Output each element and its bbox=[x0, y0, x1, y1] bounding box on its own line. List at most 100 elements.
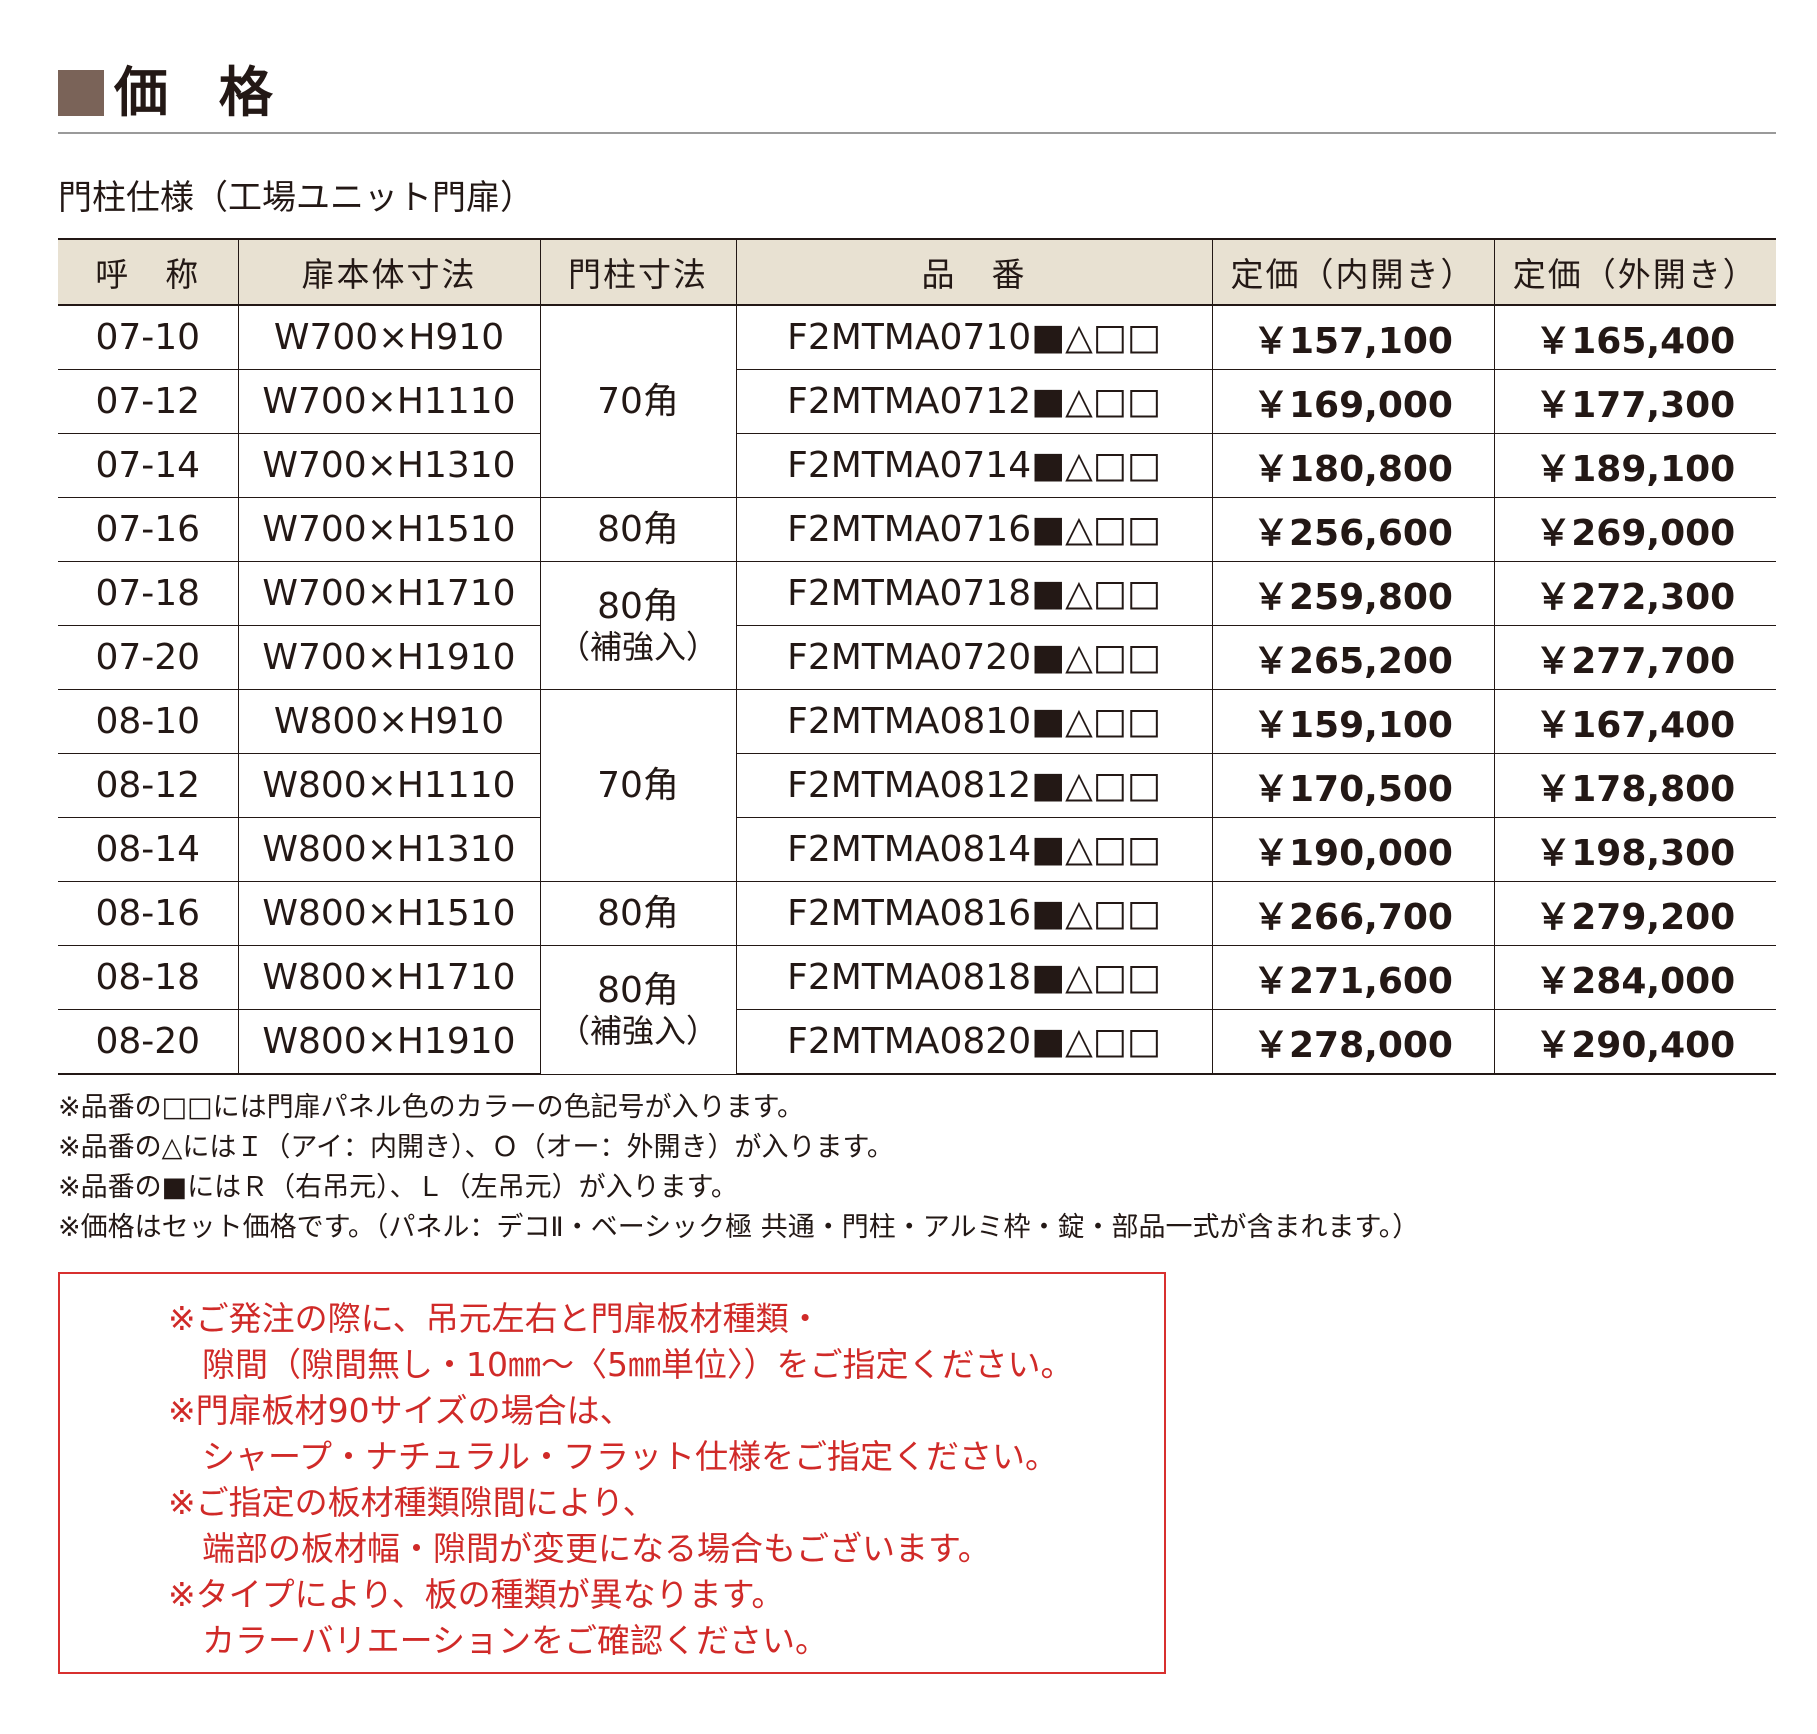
row-size: W700×H1310 bbox=[237, 433, 540, 498]
notice-line: シャープ・ナチュラル・フラット仕様をご指定ください。 bbox=[202, 1437, 1059, 1476]
row-price-out: ￥165,400 bbox=[1493, 305, 1776, 370]
title-divider bbox=[58, 132, 1776, 134]
title-square-icon bbox=[58, 70, 104, 116]
row-name: 07-12 bbox=[58, 369, 238, 434]
row-code: F2MTMA0810■△□□ bbox=[735, 689, 1212, 754]
row-price-out: ￥177,300 bbox=[1493, 369, 1776, 434]
page-title: 価 格 bbox=[114, 61, 289, 124]
notice-line: カラーバリエーションをご確認ください。 bbox=[202, 1621, 829, 1660]
row-size: W700×H1910 bbox=[237, 625, 540, 690]
row-price-in: ￥271,600 bbox=[1211, 945, 1494, 1010]
table-subtitle: 門柱仕様（工場ユニット門扉） bbox=[58, 178, 534, 218]
price-table: 呼 称 扉本体寸法 門柱寸法 品 番 定価（内開き） 定価（外開き） 07-10… bbox=[58, 238, 1776, 1075]
row-size: W800×H1510 bbox=[237, 881, 540, 946]
row-price-in: ￥278,000 bbox=[1211, 1009, 1494, 1075]
row-code: F2MTMA0716■△□□ bbox=[735, 497, 1212, 562]
row-code: F2MTMA0812■△□□ bbox=[735, 753, 1212, 818]
row-price-out: ￥269,000 bbox=[1493, 497, 1776, 562]
row-name: 07-20 bbox=[58, 625, 238, 690]
table-row: 07-12 W700×H1110 F2MTMA0712■△□□ ￥169,000… bbox=[58, 369, 1776, 434]
notice-line: ※ご発注の際に、吊元左右と門扉板材種類・ bbox=[168, 1299, 822, 1338]
table-row: 08-16 W800×H1510 80角 F2MTMA0816■△□□ ￥266… bbox=[58, 881, 1776, 946]
row-size: W800×H1110 bbox=[237, 753, 540, 818]
footnote: ※品番の△にはＩ（アイ：内開き）、Ｏ（オー：外開き）が入ります。 bbox=[58, 1132, 894, 1163]
notice-line: ※ご指定の板材種類隙間により、 bbox=[168, 1483, 656, 1522]
post-size: 80角 （補強入） bbox=[539, 561, 736, 690]
footnotes: ※品番の□□には門扉パネル色のカラーの色記号が入ります。 ※品番の△にはＩ（アイ… bbox=[58, 1088, 1419, 1248]
row-code: F2MTMA0714■△□□ bbox=[735, 433, 1212, 498]
post-size-label: 80角 bbox=[597, 508, 679, 550]
table-row: 08-18 W800×H1710 80角 （補強入） F2MTMA0818■△□□… bbox=[58, 945, 1776, 1075]
row-price-in: ￥157,100 bbox=[1211, 305, 1494, 370]
row-name: 08-10 bbox=[58, 689, 238, 754]
post-size-label: 70角 bbox=[597, 764, 679, 806]
header-product-code: 品 番 bbox=[735, 238, 1212, 306]
header-name: 呼 称 bbox=[58, 238, 238, 306]
order-notice-box: ※ご発注の際に、吊元左右と門扉板材種類・ 隙間（隙間無し・10㎜〜〈5㎜単位〉）… bbox=[58, 1272, 1166, 1674]
row-price-in: ￥169,000 bbox=[1211, 369, 1494, 434]
row-name: 08-18 bbox=[58, 945, 238, 1010]
row-size: W800×H1910 bbox=[237, 1009, 540, 1075]
row-price-out: ￥167,400 bbox=[1493, 689, 1776, 754]
post-size-label: 80角 bbox=[597, 585, 679, 627]
row-price-out: ￥272,300 bbox=[1493, 561, 1776, 626]
row-price-in: ￥259,800 bbox=[1211, 561, 1494, 626]
row-code: F2MTMA0814■△□□ bbox=[735, 817, 1212, 882]
row-price-out: ￥178,800 bbox=[1493, 753, 1776, 818]
row-price-out: ￥189,100 bbox=[1493, 433, 1776, 498]
notice-line: 隙間（隙間無し・10㎜〜〈5㎜単位〉）をご指定ください。 bbox=[202, 1345, 1074, 1384]
row-price-in: ￥265,200 bbox=[1211, 625, 1494, 690]
post-size: 70角 bbox=[539, 305, 736, 498]
row-size: W700×H1110 bbox=[237, 369, 540, 434]
table-row: 08-12 W800×H1110 F2MTMA0812■△□□ ￥170,500… bbox=[58, 753, 1776, 818]
post-size: 80角 （補強入） bbox=[539, 945, 736, 1075]
row-code: F2MTMA0712■△□□ bbox=[735, 369, 1212, 434]
row-price-out: ￥277,700 bbox=[1493, 625, 1776, 690]
notice-line: ※門扉板材90サイズの場合は、 bbox=[168, 1391, 633, 1430]
post-size-note: （補強入） bbox=[557, 627, 718, 666]
post-size: 80角 bbox=[539, 881, 736, 946]
header-price-outward: 定価（外開き） bbox=[1493, 238, 1776, 306]
row-size: W700×H1510 bbox=[237, 497, 540, 562]
row-name: 08-20 bbox=[58, 1009, 238, 1075]
table-row: 07-14 W700×H1310 F2MTMA0714■△□□ ￥180,800… bbox=[58, 433, 1776, 498]
row-name: 08-12 bbox=[58, 753, 238, 818]
notice-line: 端部の板材幅・隙間が変更になる場合もございます。 bbox=[202, 1529, 991, 1568]
row-price-out: ￥279,200 bbox=[1493, 881, 1776, 946]
row-size: W700×H1710 bbox=[237, 561, 540, 626]
row-name: 07-16 bbox=[58, 497, 238, 562]
table-row: 07-20 W700×H1910 F2MTMA0720■△□□ ￥265,200… bbox=[58, 625, 1776, 690]
order-notice-text: ※ご発注の際に、吊元左右と門扉板材種類・ 隙間（隙間無し・10㎜〜〈5㎜単位〉）… bbox=[168, 1296, 1074, 1664]
row-price-in: ￥170,500 bbox=[1211, 753, 1494, 818]
post-size: 80角 bbox=[539, 497, 736, 562]
row-price-in: ￥256,600 bbox=[1211, 497, 1494, 562]
row-size: W800×H910 bbox=[237, 689, 540, 754]
table-row: 07-18 W700×H1710 80角 （補強入） F2MTMA0718■△□□… bbox=[58, 561, 1776, 690]
row-price-in: ￥266,700 bbox=[1211, 881, 1494, 946]
table-row: 08-20 W800×H1910 F2MTMA0820■△□□ ￥278,000… bbox=[58, 1009, 1776, 1075]
row-price-in: ￥180,800 bbox=[1211, 433, 1494, 498]
table-row: 07-10 W700×H910 70角 F2MTMA0710■△□□ ￥157,… bbox=[58, 305, 1776, 498]
footnote: ※品番の■にはＲ（右吊元）、Ｌ（左吊元）が入ります。 bbox=[58, 1172, 738, 1203]
table-row: 07-16 W700×H1510 80角 F2MTMA0716■△□□ ￥256… bbox=[58, 497, 1776, 562]
row-code: F2MTMA0710■△□□ bbox=[735, 305, 1212, 370]
header-price-inward: 定価（内開き） bbox=[1211, 238, 1494, 306]
row-code: F2MTMA0818■△□□ bbox=[735, 945, 1212, 1010]
page-title-row: 価 格 bbox=[58, 58, 289, 128]
row-code: F2MTMA0720■△□□ bbox=[735, 625, 1212, 690]
footnote: ※品番の□□には門扉パネル色のカラーの色記号が入ります。 bbox=[58, 1092, 804, 1123]
row-name: 08-14 bbox=[58, 817, 238, 882]
row-size: W800×H1710 bbox=[237, 945, 540, 1010]
post-size: 70角 bbox=[539, 689, 736, 882]
table-row: 08-10 W800×H910 70角 F2MTMA0810■△□□ ￥159,… bbox=[58, 689, 1776, 882]
table-row: 08-14 W800×H1310 F2MTMA0814■△□□ ￥190,000… bbox=[58, 817, 1776, 882]
row-price-out: ￥198,300 bbox=[1493, 817, 1776, 882]
table-header-row: 呼 称 扉本体寸法 門柱寸法 品 番 定価（内開き） 定価（外開き） bbox=[58, 238, 1776, 306]
post-size-label: 80角 bbox=[597, 892, 679, 934]
post-size-label: 70角 bbox=[597, 380, 679, 422]
row-size: W700×H910 bbox=[237, 305, 540, 370]
row-price-out: ￥284,000 bbox=[1493, 945, 1776, 1010]
row-code: F2MTMA0820■△□□ bbox=[735, 1009, 1212, 1075]
header-door-size: 扉本体寸法 bbox=[237, 238, 540, 306]
row-code: F2MTMA0816■△□□ bbox=[735, 881, 1212, 946]
